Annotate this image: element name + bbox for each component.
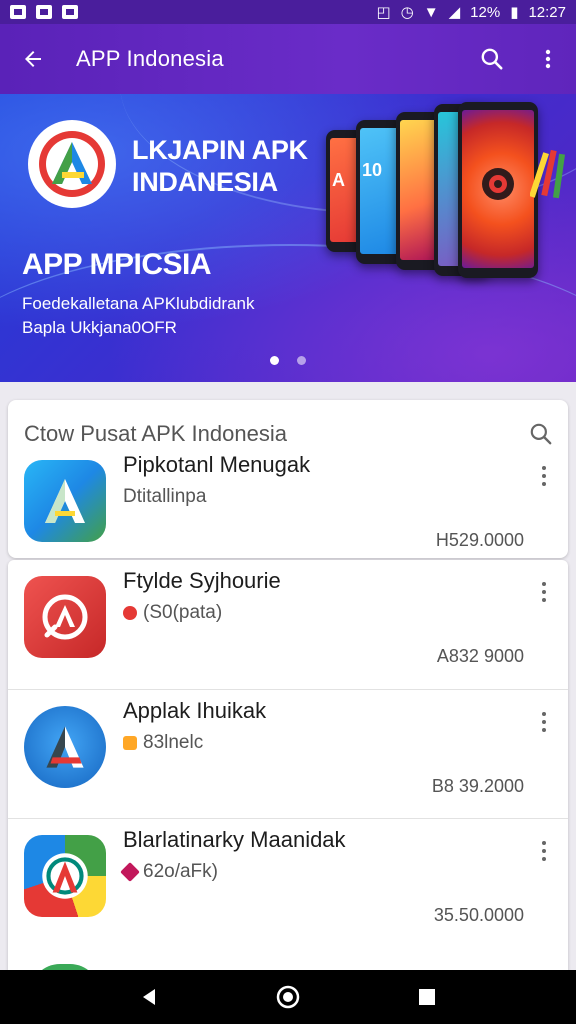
app-name: Ftylde Syjhourie xyxy=(123,568,281,593)
phone-illustration xyxy=(458,102,538,278)
dot xyxy=(542,720,546,724)
clock: 12:27 xyxy=(528,3,566,21)
battery-percent: 12% xyxy=(470,3,501,21)
pencils-icon xyxy=(530,149,566,199)
banner-subtitle: APP MPICSIA xyxy=(22,248,212,281)
page-title: APP Indonesia xyxy=(76,46,224,71)
app-meta: (S0(pata) xyxy=(123,602,222,624)
app-value: B8 39.2000 xyxy=(431,776,524,796)
dot xyxy=(542,598,546,602)
carousel-dot-active[interactable] xyxy=(270,356,279,365)
search-button[interactable] xyxy=(464,24,520,94)
more-vert-icon xyxy=(545,49,551,69)
app-name: Blarlatinarky Maanidak xyxy=(123,827,346,852)
carousel-dot[interactable] xyxy=(297,356,306,365)
status-system: ◰ ◷ ▼ ◢ 12% ▮ 12:27 xyxy=(376,4,566,21)
wifi-icon: ▼ xyxy=(423,3,439,21)
app-meta-text: 62o/aFk) xyxy=(143,861,218,882)
app-list-card: Ftylde Syjhourie (S0(pata) A832 9000 App… xyxy=(8,560,568,980)
dot xyxy=(542,857,546,861)
list-item[interactable]: Pipkotanl Menugak Dtitallinpa H529.0000 xyxy=(8,444,568,573)
app-value: 35.50.0000 xyxy=(433,905,524,925)
app-name: Pipkotanl Menugak xyxy=(123,452,311,477)
banner-title: LKJAPIN APK INDANESIA xyxy=(132,134,332,198)
banner-text: Foedekalletana APKlubdidrank xyxy=(22,294,255,313)
app-meta: Dtitallinpa xyxy=(123,486,206,508)
promo-banner[interactable]: LKJAPIN APK INDANESIA APP MPICSIA Foedek… xyxy=(0,94,576,382)
square-recents-icon xyxy=(418,989,435,1005)
phone-screen-text: 10 xyxy=(362,160,383,180)
burger-icon xyxy=(123,736,137,750)
nav-home-button[interactable] xyxy=(264,973,312,1021)
dot xyxy=(542,474,546,478)
search-icon xyxy=(481,48,503,70)
app-icon xyxy=(24,706,106,788)
alarm-icon: ◷ xyxy=(400,3,414,21)
app-name: Applak Ihuikak xyxy=(123,698,267,723)
app-store-logo-icon xyxy=(46,726,84,768)
list-item[interactable]: Blarlatinarky Maanidak 62o/aFk) 35.50.00… xyxy=(8,818,568,947)
overflow-menu-button[interactable] xyxy=(520,24,576,94)
notification-icon xyxy=(36,5,52,19)
app-store-logo-icon xyxy=(42,594,88,640)
banner-text: Bapla Ukkjana0OFR xyxy=(22,318,177,337)
vibrate-icon: ◰ xyxy=(376,3,391,21)
app-value: H529.0000 xyxy=(435,530,524,550)
badge-icon xyxy=(120,862,140,882)
app-store-logo-icon xyxy=(45,479,85,523)
arrow-left-icon xyxy=(25,51,41,67)
signal-icon: ◢ xyxy=(448,3,461,21)
app-list: Ctow Pusat APK Indonesia Pipkotanl Menug… xyxy=(0,382,576,994)
more-options-button[interactable] xyxy=(532,458,556,494)
app-bar: APP Indonesia xyxy=(0,24,576,94)
banner-title-line: INDANESIA xyxy=(132,167,278,197)
back-button[interactable] xyxy=(0,24,66,94)
dot xyxy=(542,841,546,845)
status-notifications xyxy=(10,5,78,19)
app-icon xyxy=(24,835,106,917)
dot xyxy=(542,466,546,470)
more-options-button[interactable] xyxy=(532,574,556,610)
nav-back-button[interactable] xyxy=(125,973,173,1021)
dot xyxy=(542,849,546,853)
app-meta: 83lnelc xyxy=(123,732,203,754)
featured-card: Ctow Pusat APK Indonesia Pipkotanl Menug… xyxy=(8,400,568,558)
more-options-button[interactable] xyxy=(532,833,556,869)
app-icon xyxy=(24,576,106,658)
rating-icon xyxy=(123,606,137,620)
dot xyxy=(542,590,546,594)
status-bar: ◰ ◷ ▼ ◢ 12% ▮ 12:27 xyxy=(0,0,576,24)
dot xyxy=(542,582,546,586)
system-nav-bar xyxy=(0,970,576,1024)
notification-icon xyxy=(10,5,26,19)
phone-screen-text: A xyxy=(332,170,345,190)
app-value: A832 9000 xyxy=(436,646,524,666)
list-item[interactable]: Ftylde Syjhourie (S0(pata) A832 9000 xyxy=(8,560,568,689)
banner-logo xyxy=(28,120,116,208)
app-store-logo-icon xyxy=(42,853,88,899)
app-meta-text: 83lnelc xyxy=(143,732,204,753)
list-item[interactable]: Applak Ihuikak 83lnelc B8 39.2000 xyxy=(8,689,568,818)
phones-illustration: A 10 xyxy=(322,102,576,374)
app-meta-text: Dtitallinpa xyxy=(123,486,207,507)
circle-home-icon xyxy=(276,985,300,1009)
app-meta-text: (S0(pata) xyxy=(143,602,223,623)
app-meta: 62o/aFk) xyxy=(120,861,218,883)
app-icon xyxy=(24,460,106,542)
battery-icon: ▮ xyxy=(510,3,519,21)
banner-title-line: LKJAPIN APK xyxy=(132,135,308,165)
app-store-logo-icon xyxy=(39,131,105,197)
dot xyxy=(542,482,546,486)
dot xyxy=(542,728,546,732)
camera-lens-icon xyxy=(482,168,514,200)
triangle-back-icon xyxy=(143,989,156,1005)
notification-icon xyxy=(62,5,78,19)
nav-recents-button[interactable] xyxy=(403,973,451,1021)
more-options-button[interactable] xyxy=(532,704,556,740)
carousel-indicator xyxy=(0,356,576,365)
dot xyxy=(542,712,546,716)
